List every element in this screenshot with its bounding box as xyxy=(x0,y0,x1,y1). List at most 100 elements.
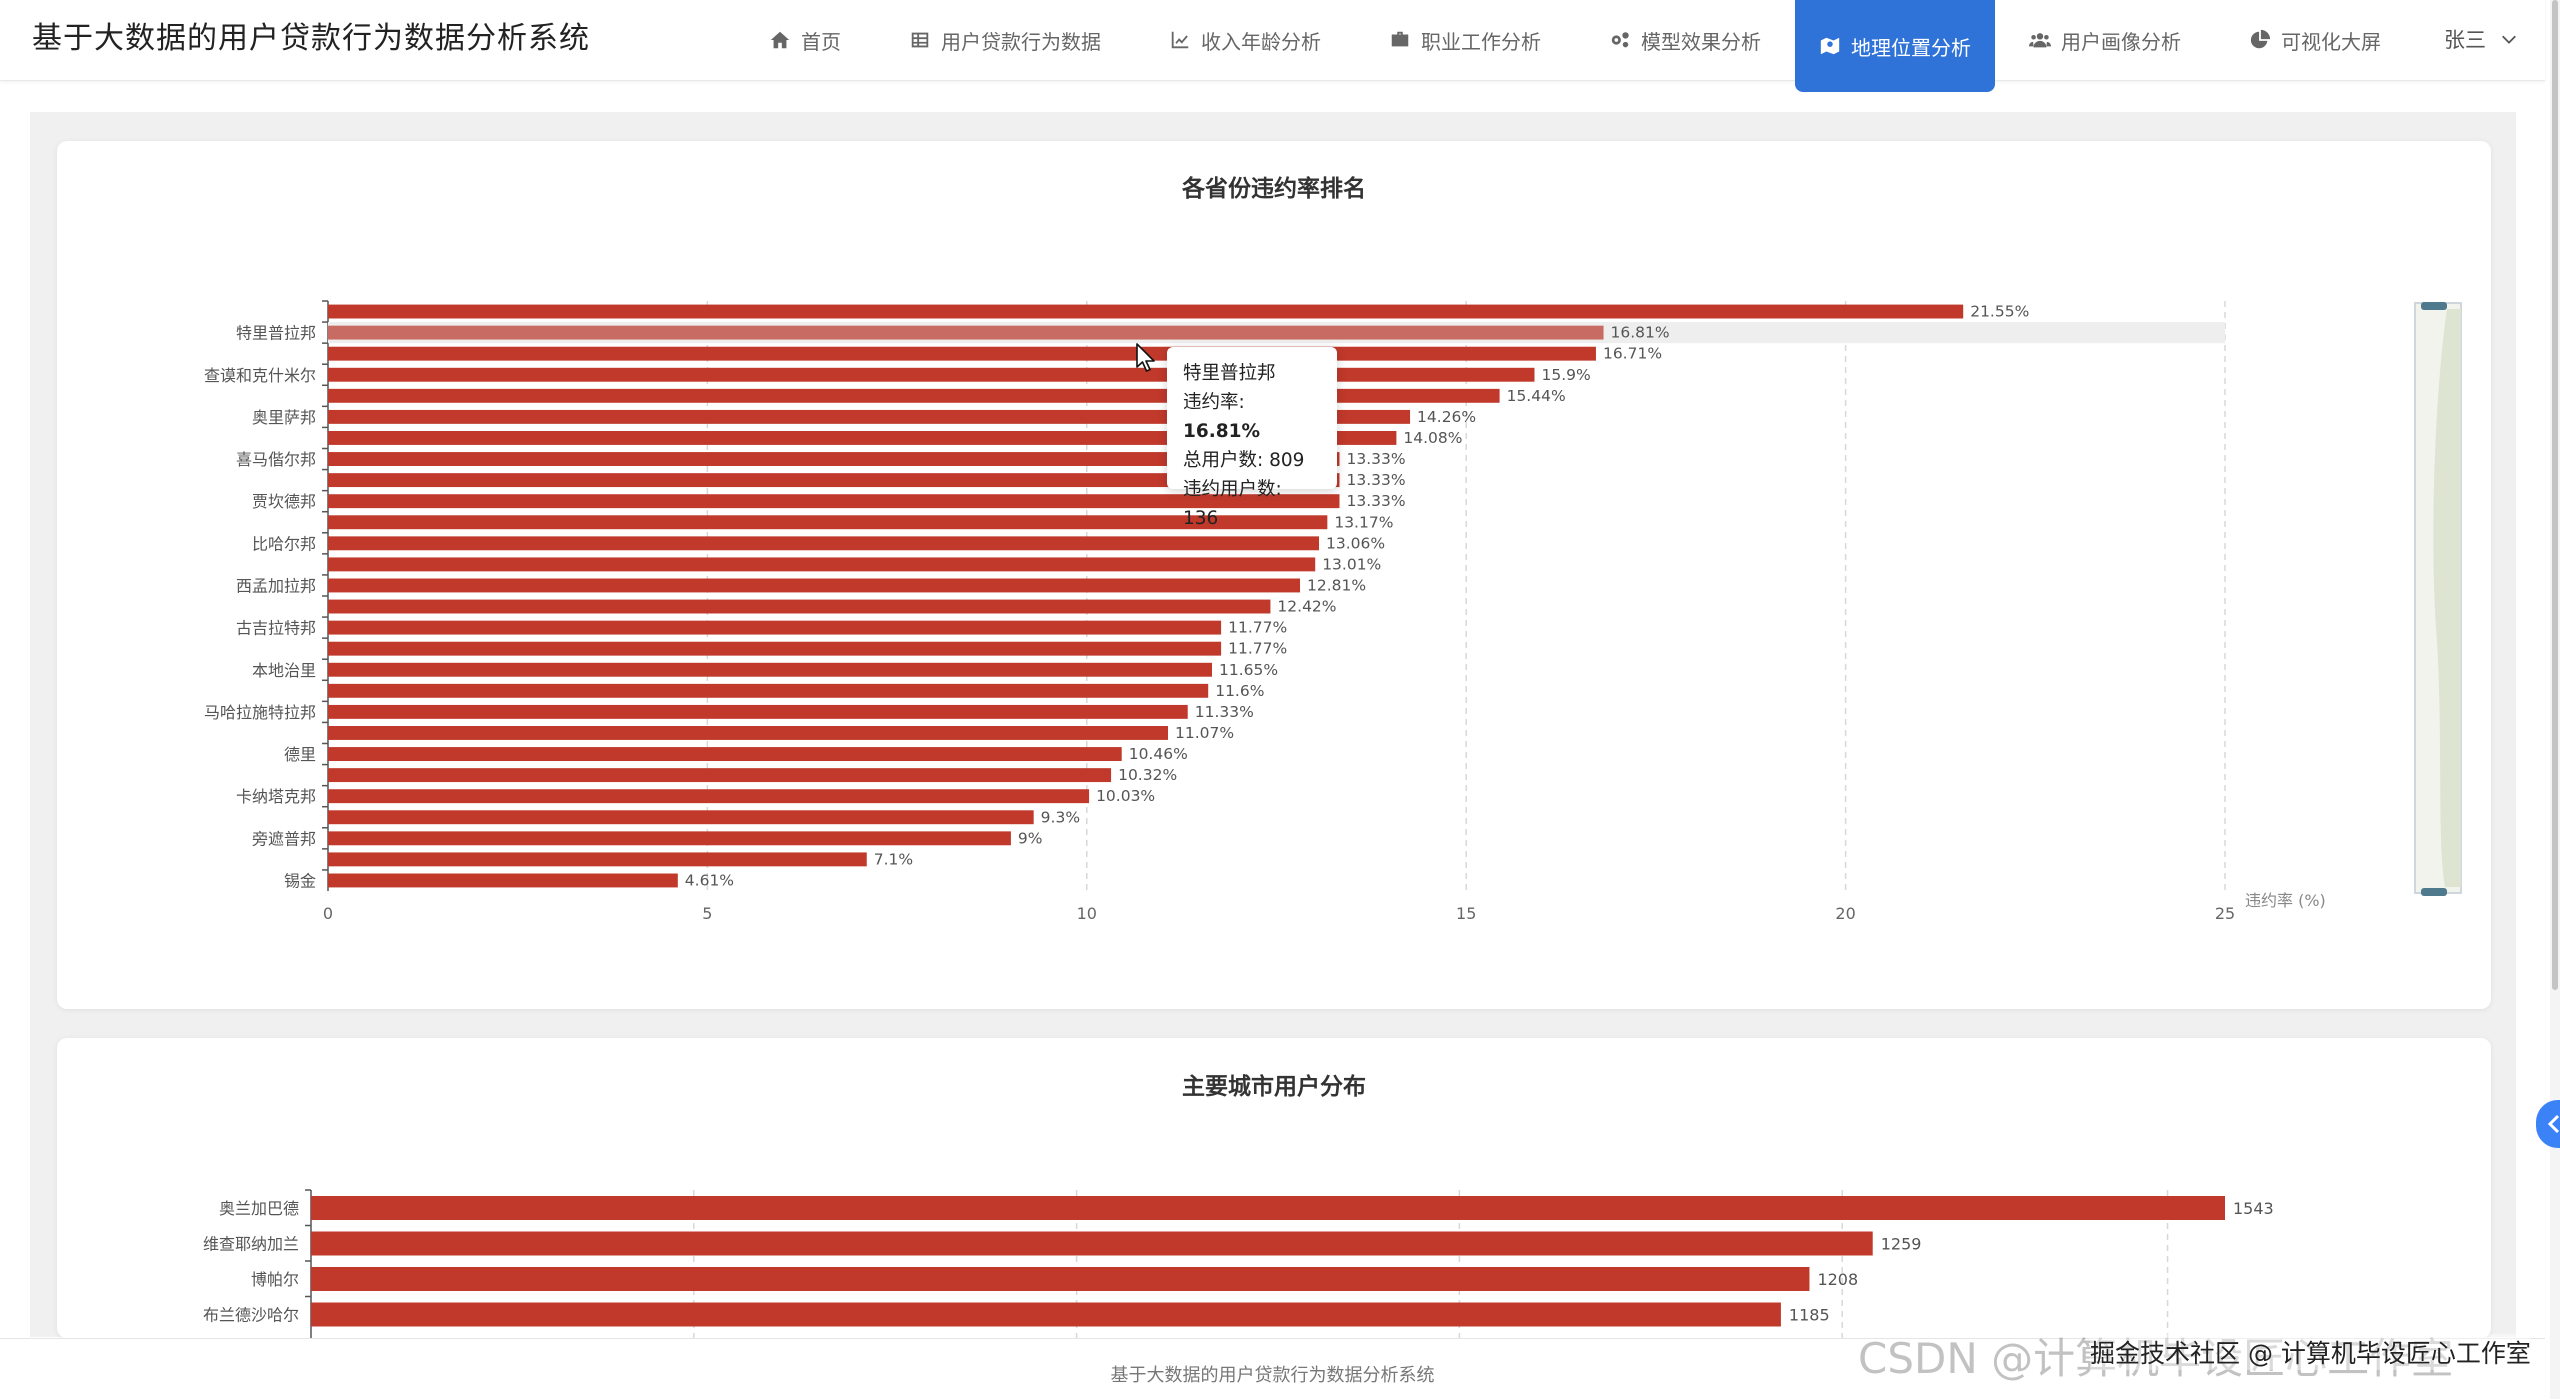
bar-value-label: 13.33% xyxy=(1346,450,1405,468)
user-menu[interactable]: 张三 xyxy=(2444,24,2518,54)
nav-item-income-age[interactable]: 收入年龄分析 xyxy=(1135,0,1355,80)
nav-item-model-effect[interactable]: 模型效果分析 xyxy=(1575,0,1795,80)
bar xyxy=(328,367,1535,382)
bar-value-label: 4.61% xyxy=(685,871,734,889)
bar xyxy=(328,620,1222,635)
bar-value-label: 16.81% xyxy=(1611,324,1670,342)
nav-label: 用户贷款行为数据 xyxy=(941,29,1101,54)
bar xyxy=(328,747,1122,761)
mouse-cursor-icon xyxy=(1136,343,1155,372)
chart-tooltip: 特里普拉邦 违约率: 16.81% 总用户数: 809 违约用户数: 136 xyxy=(1167,347,1337,529)
bar xyxy=(328,325,1604,340)
province-default-chart: 0 5 10 15 20 25 21.55% 16.81% 特里普拉邦 16.71% 15.9% 查谟… xyxy=(57,141,2491,1013)
bar xyxy=(328,683,1209,698)
bar-value-label: 15.44% xyxy=(1507,387,1566,405)
bar-value-label: 10.46% xyxy=(1129,745,1188,763)
line-chart-icon xyxy=(1171,31,1189,49)
bar-value-label: 14.26% xyxy=(1417,408,1476,426)
nav-label: 地理位置分析 xyxy=(1851,35,1971,60)
nav-label: 用户画像分析 xyxy=(2061,29,2181,54)
x-tick-label: 0 xyxy=(323,904,333,923)
tooltip-default: 违约用户数: 136 xyxy=(1183,479,1282,529)
nav-item-user-profile[interactable]: 用户画像分析 xyxy=(1995,0,2215,80)
bar-value-label: 7.1% xyxy=(874,850,913,868)
pie-chart-icon xyxy=(2250,29,2271,49)
y-category-label: 比哈尔邦 xyxy=(252,534,316,553)
bar xyxy=(328,873,678,888)
y-category-label: 布兰德沙哈尔 xyxy=(203,1306,299,1325)
province-default-chart-svg: 0 5 10 15 20 25 21.55% 16.81% 特里普拉邦 16.71% 15.9% 查谟… xyxy=(204,300,2462,923)
bar xyxy=(328,641,1222,656)
nav-label: 收入年龄分析 xyxy=(1201,29,1321,54)
chevron-left-icon xyxy=(2547,1114,2560,1134)
gears-icon xyxy=(1611,32,1629,48)
bar-value-label: 13.06% xyxy=(1326,534,1385,552)
datazoom-handle-bottom xyxy=(2421,888,2447,896)
nav-item-home[interactable]: 首页 xyxy=(735,0,875,80)
bar-value-label: 9.3% xyxy=(1041,808,1080,826)
bar-value-label: 16.71% xyxy=(1603,345,1662,363)
y-category-label: 喜马偕尔邦 xyxy=(236,450,316,469)
bar-value-label: 10.32% xyxy=(1118,766,1177,784)
briefcase-icon xyxy=(1391,31,1409,47)
x-axis-label: 违约率 (%) xyxy=(2245,891,2326,910)
watermark-juejin: 掘金技术社区 @ 计算机毕设匠心工作室 xyxy=(2090,1334,2531,1370)
app-title: 基于大数据的用户贷款行为数据分析系统 xyxy=(32,21,590,56)
y-category-label: 查谟和克什米尔 xyxy=(204,366,316,385)
tooltip-total: 总用户数: 809 xyxy=(1183,450,1305,471)
y-category-label: 古吉拉特邦 xyxy=(236,619,316,638)
bar-value-label: 1259 xyxy=(1881,1235,1922,1254)
province-default-card: 各省份违约率排名 0 5 10 15 20 25 21.55% 16.81% 特里普拉邦 16.7… xyxy=(57,141,2491,1009)
bar-value-label: 14.08% xyxy=(1403,429,1462,447)
main-nav: 首页 用户贷款行为数据 收入年龄分析 职业工作分析 模型效果分析 地理位置分析 … xyxy=(735,0,2415,92)
y-category-label: 旁遮普邦 xyxy=(252,829,316,848)
bar xyxy=(328,557,1316,572)
y-category-label: 西孟加拉邦 xyxy=(236,576,316,595)
y-category-label: 奥里萨邦 xyxy=(252,408,316,427)
x-tick-label: 20 xyxy=(1835,904,1855,923)
bar-value-label: 11.6% xyxy=(1215,682,1264,700)
bar-value-label: 1185 xyxy=(1789,1306,1830,1325)
bar-value-label: 11.77% xyxy=(1228,619,1287,637)
table-icon xyxy=(911,32,929,48)
chevron-down-icon xyxy=(2502,35,2516,44)
map-icon xyxy=(1820,37,1840,55)
bar xyxy=(311,1302,1781,1327)
bar-value-label: 10.03% xyxy=(1096,787,1155,805)
bar-value-label: 12.42% xyxy=(1277,598,1336,616)
side-collapse-button[interactable] xyxy=(2536,1100,2560,1148)
bar-value-label: 11.07% xyxy=(1175,724,1234,742)
bar-value-label: 13.01% xyxy=(1322,555,1381,573)
y-category-label: 奥兰加巴德 xyxy=(219,1199,299,1218)
nav-item-big-screen[interactable]: 可视化大屏 xyxy=(2215,0,2415,80)
nav-item-geo-location[interactable]: 地理位置分析 xyxy=(1795,0,1995,92)
bar-value-label: 13.17% xyxy=(1334,513,1393,531)
bar-value-label: 9% xyxy=(1018,829,1043,847)
bar xyxy=(328,726,1168,740)
page-scrollbar-thumb[interactable] xyxy=(2552,0,2558,990)
bar xyxy=(328,346,1596,361)
bar-value-label: 13.33% xyxy=(1346,492,1405,510)
bar-value-label: 11.33% xyxy=(1195,703,1254,721)
chart-title: 主要城市用户分布 xyxy=(1182,1074,1366,1100)
bar xyxy=(328,304,1964,319)
bar xyxy=(328,789,1090,804)
y-category-label: 卡纳塔克邦 xyxy=(236,787,316,806)
nav-item-occupation[interactable]: 职业工作分析 xyxy=(1355,0,1575,80)
tooltip-title: 特里普拉邦 xyxy=(1183,363,1276,384)
top-header: 基于大数据的用户贷款行为数据分析系统 首页 用户贷款行为数据 收入年龄分析 职业… xyxy=(0,0,2545,92)
nav-label: 模型效果分析 xyxy=(1641,29,1761,54)
tooltip-rate: 违约率: 16.81% xyxy=(1183,392,1261,442)
bar-value-label: 1208 xyxy=(1817,1270,1858,1289)
bar xyxy=(328,662,1213,677)
nav-item-loan-data[interactable]: 用户贷款行为数据 xyxy=(875,0,1135,80)
bar xyxy=(328,852,867,867)
bar-value-label: 13.33% xyxy=(1346,471,1405,489)
datazoom-handle-top xyxy=(2421,302,2447,310)
users-icon xyxy=(2029,33,2051,48)
bar xyxy=(328,515,1328,530)
y-category-label: 马哈拉施特拉邦 xyxy=(204,703,316,722)
chart-title: 各省份违约率排名 xyxy=(1182,176,1366,202)
bar-value-label: 1543 xyxy=(2233,1199,2274,1218)
nav-label: 首页 xyxy=(801,29,841,54)
